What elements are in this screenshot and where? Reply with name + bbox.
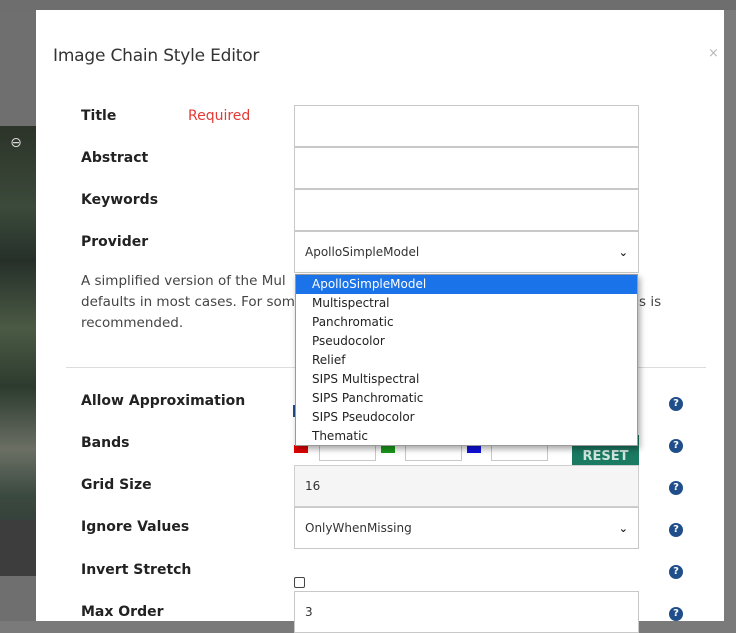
provider-option-thematic[interactable]: Thematic — [296, 427, 637, 446]
provider-selected-value: ApolloSimpleModel — [305, 245, 420, 259]
description-line-2-end: s is — [639, 294, 662, 310]
zoom-out-icon[interactable]: ⊖ — [8, 135, 24, 151]
ignore-values-label: Ignore Values — [81, 519, 190, 535]
title-input[interactable] — [294, 105, 639, 147]
required-indicator: Required — [188, 108, 251, 124]
ignore-values-selected-value: OnlyWhenMissing — [305, 521, 412, 535]
question-circle-icon[interactable]: ? — [669, 607, 683, 621]
provider-select[interactable]: ApolloSimpleModel ⌄ — [294, 231, 639, 273]
provider-option-panchromatic[interactable]: Panchromatic — [296, 313, 637, 332]
ignore-values-select[interactable]: OnlyWhenMissing ⌄ — [294, 507, 639, 549]
red-band-swatch — [294, 445, 308, 453]
background-map-footer — [0, 520, 36, 576]
provider-option-sips-panchromatic[interactable]: SIPS Panchromatic — [296, 389, 637, 408]
chevron-down-icon: ⌄ — [618, 521, 628, 535]
chevron-down-icon: ⌄ — [618, 245, 628, 259]
close-icon[interactable]: × — [708, 46, 719, 61]
keywords-input[interactable] — [294, 189, 639, 231]
question-circle-icon[interactable]: ? — [669, 439, 683, 453]
provider-option-multispectral[interactable]: Multispectral — [296, 294, 637, 313]
abstract-label: Abstract — [81, 150, 149, 166]
provider-option-sips-pseudocolor[interactable]: SIPS Pseudocolor — [296, 408, 637, 427]
question-circle-icon[interactable]: ? — [669, 481, 683, 495]
blue-band-swatch — [467, 445, 481, 453]
background-top-bar — [0, 0, 736, 10]
provider-label: Provider — [81, 234, 149, 250]
abstract-input[interactable] — [294, 147, 639, 189]
provider-option-pseudocolor[interactable]: Pseudocolor — [296, 332, 637, 351]
background-map-thumbnail — [0, 126, 36, 576]
max-order-input[interactable]: 3 — [294, 591, 639, 633]
keywords-label: Keywords — [81, 192, 159, 208]
max-order-label: Max Order — [81, 604, 164, 620]
green-band-swatch — [381, 445, 395, 453]
description-line-3: recommended. — [81, 315, 184, 331]
grid-size-label: Grid Size — [81, 477, 152, 493]
background-right-edge — [724, 10, 736, 621]
invert-stretch-label: Invert Stretch — [81, 562, 192, 578]
modal-title: Image Chain Style Editor — [53, 46, 260, 66]
question-circle-icon[interactable]: ? — [669, 523, 683, 537]
bands-label: Bands — [81, 435, 130, 451]
description-line-2: defaults in most cases. For som — [81, 294, 295, 310]
invert-stretch-checkbox[interactable] — [294, 577, 305, 588]
title-label: Title — [81, 108, 117, 124]
provider-options-list[interactable]: ApolloSimpleModel Multispectral Panchrom… — [295, 274, 638, 446]
allow-approximation-label: Allow Approximation — [81, 393, 246, 409]
provider-option-relief[interactable]: Relief — [296, 351, 637, 370]
description-line-1: A simplified version of the Mul — [81, 273, 286, 289]
grid-size-input[interactable]: 16 — [294, 465, 639, 507]
question-circle-icon[interactable]: ? — [669, 397, 683, 411]
provider-option-sips-multispectral[interactable]: SIPS Multispectral — [296, 370, 637, 389]
question-circle-icon[interactable]: ? — [669, 565, 683, 579]
provider-option-apollosimplemodel[interactable]: ApolloSimpleModel — [296, 275, 637, 294]
